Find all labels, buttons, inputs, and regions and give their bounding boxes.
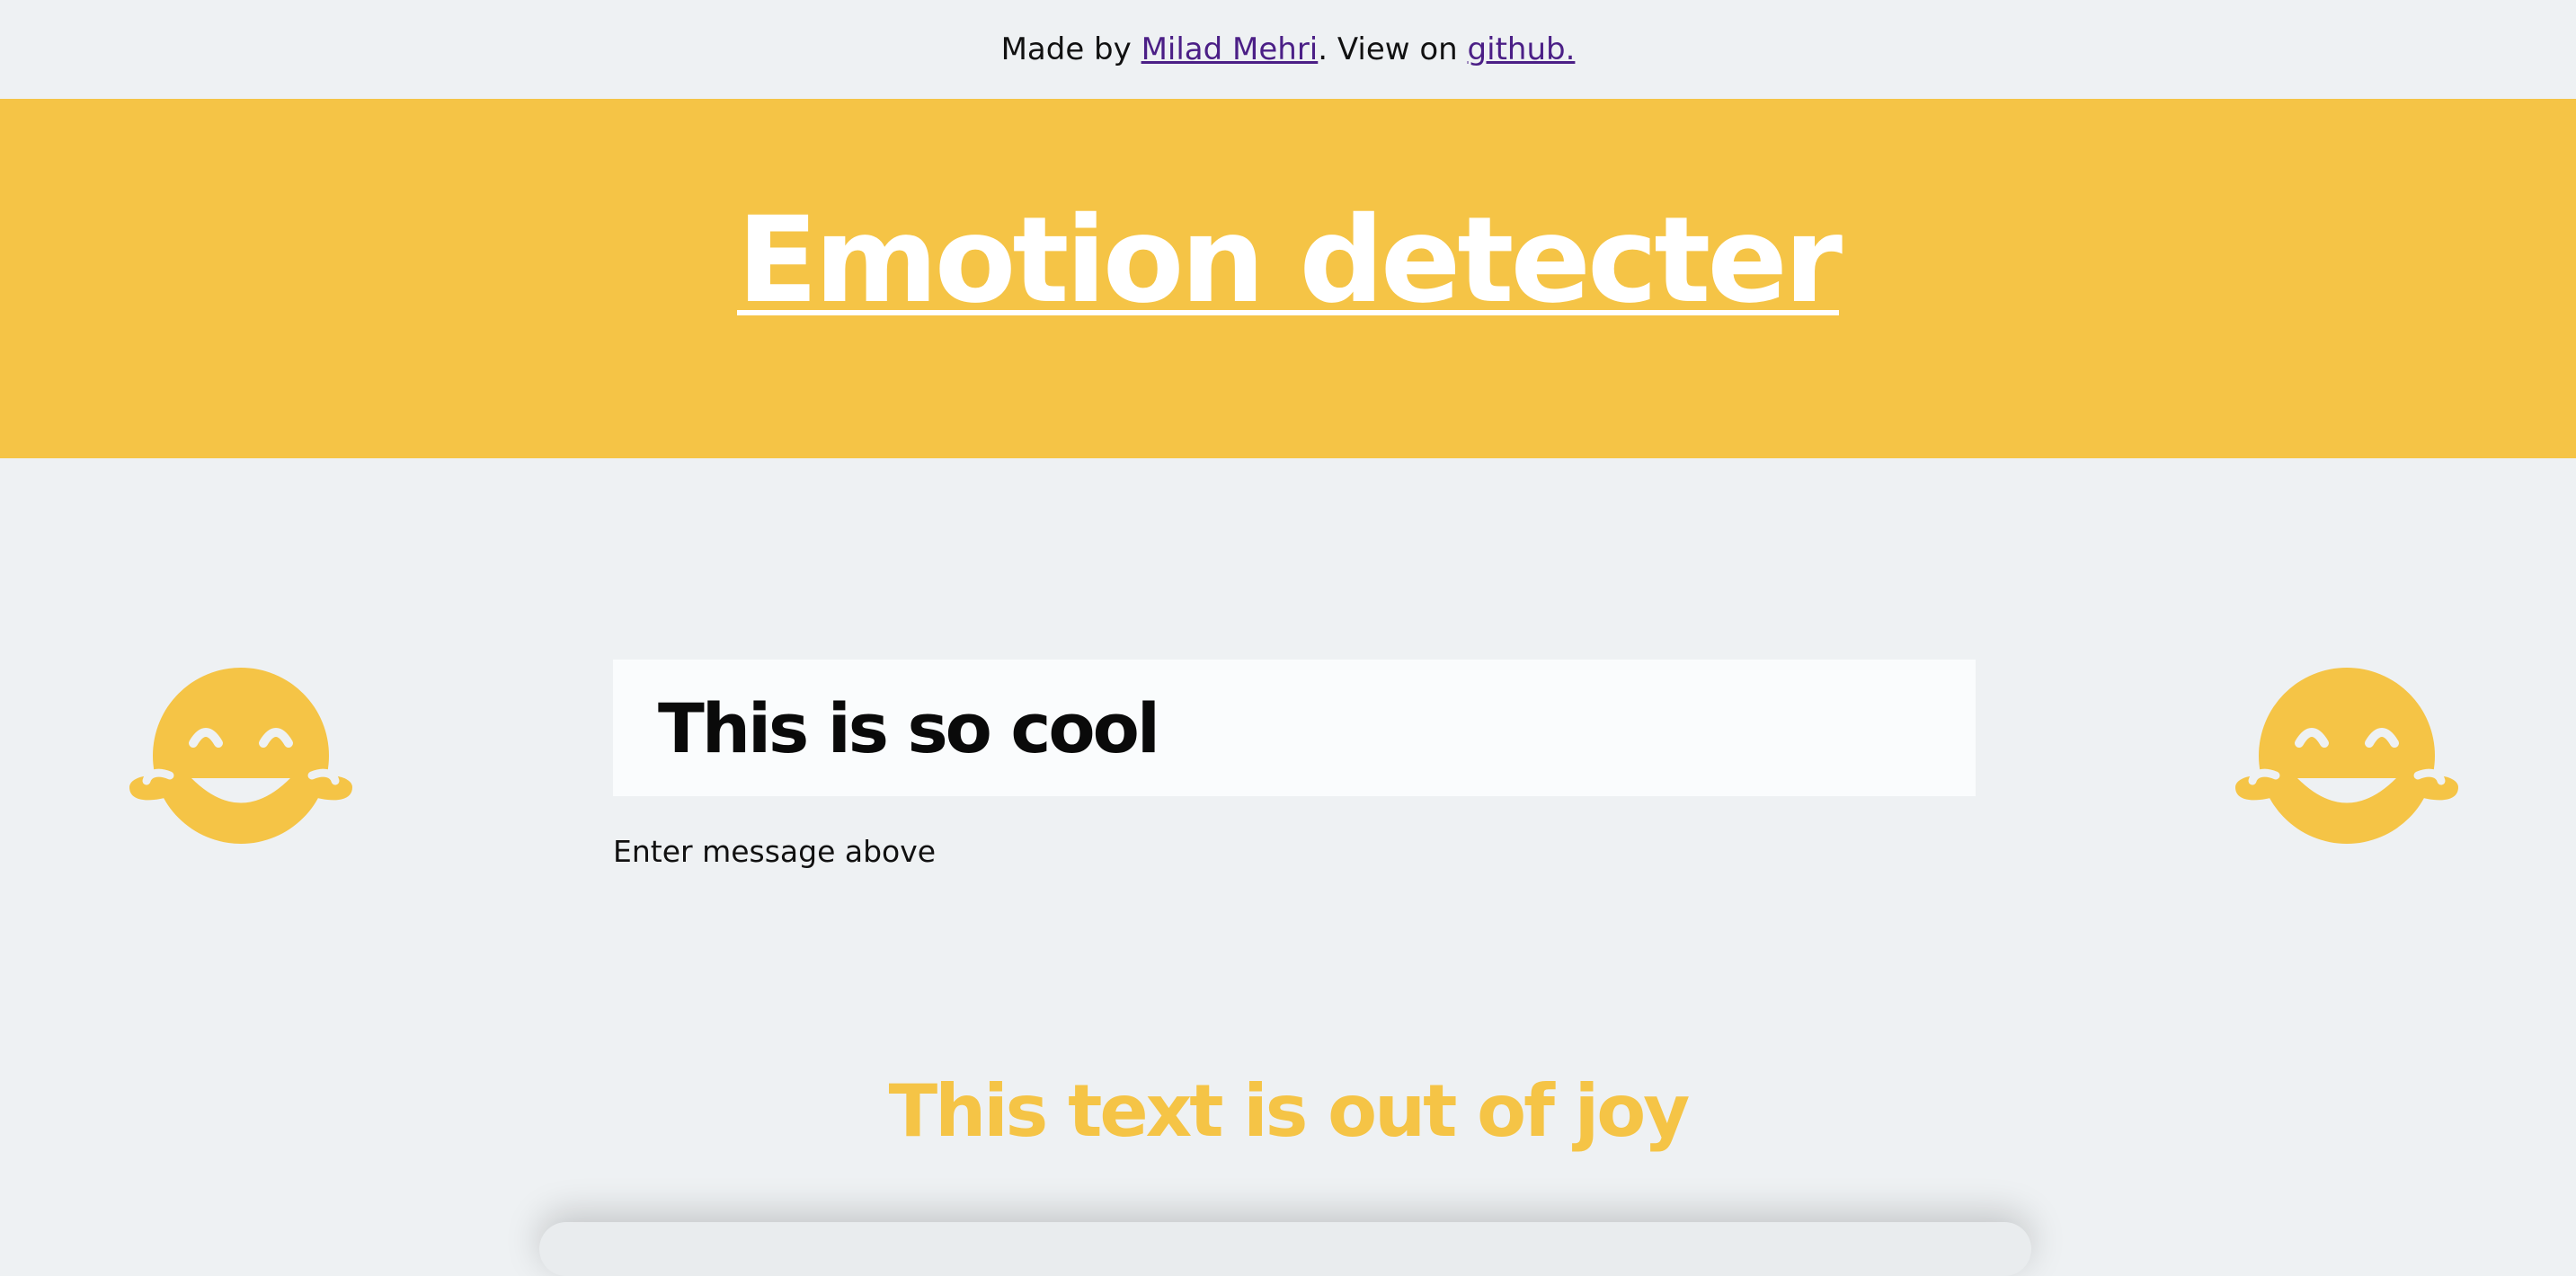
credits-middle: . View on [1318,31,1458,67]
github-link[interactable]: github. [1468,31,1576,67]
results-card-edge [539,1222,2031,1276]
message-helper-text: Enter message above [613,834,937,869]
face-with-tears-of-joy-icon [2235,668,2458,844]
message-input[interactable] [613,660,1976,796]
credits-prefix: Made by [1000,31,1132,67]
emotion-result-text: This text is out of joy [888,1069,1691,1153]
page-title[interactable]: Emotion detecter [737,191,1843,330]
face-with-tears-of-joy-icon [129,668,352,844]
credits-bar: Made by Milad Mehri. View on github. [0,0,2576,99]
author-link[interactable]: Milad Mehri [1141,31,1319,67]
header-banner: Emotion detecter [0,99,2576,458]
